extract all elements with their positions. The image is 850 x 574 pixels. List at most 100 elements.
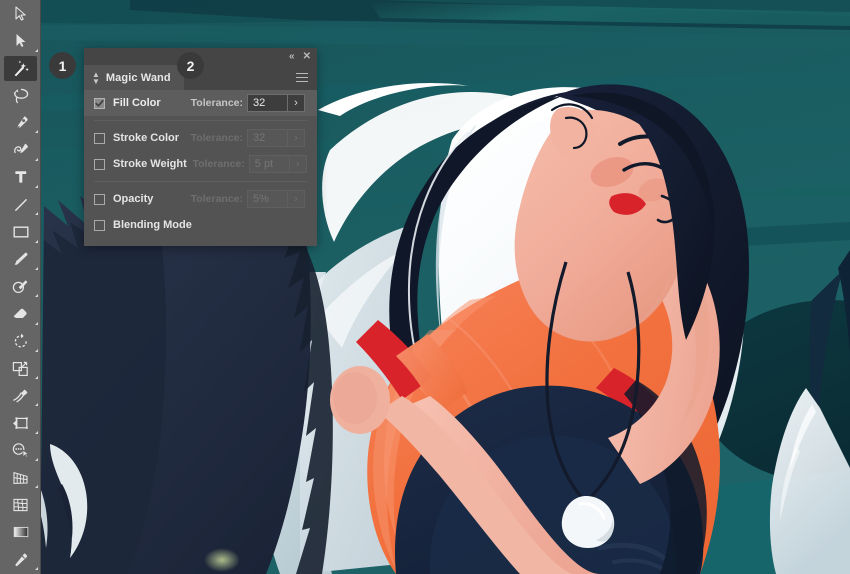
- stroke-weight-tolerance-field: 5 pt ›: [248, 155, 307, 173]
- opacity-tolerance-value: 5%: [253, 193, 269, 205]
- stroke-color-tolerance-field: 32 ›: [247, 129, 305, 147]
- double-chevron-left-icon[interactable]: «: [289, 51, 294, 62]
- mesh-grid-icon: [11, 496, 30, 514]
- tool-flyout-indicator: [35, 266, 38, 270]
- tool-flyout-indicator: [35, 567, 38, 571]
- magic-wand-panel[interactable]: « ✕ ▲ ▼ Magic Wand Fill Color Tolerance:…: [84, 48, 317, 246]
- curvature-icon: [12, 141, 30, 159]
- opacity-label: Opacity: [113, 193, 154, 205]
- row-opacity[interactable]: Opacity Tolerance: 5% ›: [84, 186, 317, 212]
- tool-direct-selection-tool[interactable]: [0, 27, 41, 54]
- lasso-icon: [12, 87, 30, 105]
- fill-color-tolerance-label: Tolerance:: [190, 97, 243, 109]
- tool-pen-tool[interactable]: [0, 109, 41, 136]
- shape-builder-icon: [11, 441, 30, 459]
- tool-eraser-tool[interactable]: [0, 300, 41, 327]
- chevron-right-icon: ›: [288, 156, 306, 172]
- stroke-weight-tolerance-value: 5 pt: [254, 158, 274, 170]
- tool-perspective-grid-tool[interactable]: [0, 464, 41, 491]
- row-stroke-color[interactable]: Stroke Color Tolerance: 32 ›: [84, 125, 317, 151]
- stroke-weight-label: Stroke Weight: [113, 158, 187, 170]
- sort-up-down-icon: ▲ ▼: [92, 69, 100, 86]
- fill-color-checkbox[interactable]: [94, 97, 105, 109]
- tool-paintbrush-tool[interactable]: [0, 246, 41, 273]
- eraser-icon: [11, 305, 30, 323]
- fill-color-tolerance-field[interactable]: 32 ›: [247, 94, 305, 112]
- tool-magic-wand-tool[interactable]: [0, 55, 41, 82]
- pen-nib-icon: [12, 114, 30, 132]
- tool-rotate-tool[interactable]: [0, 328, 41, 355]
- panel-divider: [94, 181, 307, 182]
- chevron-right-icon: ›: [287, 191, 304, 207]
- chevron-right-icon[interactable]: ›: [287, 95, 304, 111]
- stroke-weight-tolerance-label: Tolerance:: [192, 158, 245, 170]
- perspective-grid-icon: [11, 469, 30, 487]
- tool-width-tool[interactable]: [0, 382, 41, 409]
- tool-flyout-indicator: [35, 48, 38, 52]
- stroke-color-label: Stroke Color: [113, 132, 180, 144]
- callout-badge-1: 1: [49, 52, 76, 79]
- editor-window: « ✕ ▲ ▼ Magic Wand Fill Color Tolerance:…: [0, 0, 850, 574]
- row-fill-color[interactable]: Fill Color Tolerance: 32 ›: [84, 90, 317, 116]
- tool-flyout-indicator: [35, 130, 38, 134]
- stroke-color-tolerance-value: 32: [253, 132, 266, 144]
- tools-panel[interactable]: [0, 0, 41, 574]
- panel-body: Fill Color Tolerance: 32 › Stroke Color …: [84, 90, 317, 246]
- blending-mode-checkbox[interactable]: [94, 219, 105, 231]
- rotate-arrow-icon: [12, 332, 30, 350]
- close-icon[interactable]: ✕: [303, 51, 311, 62]
- tool-curvature-tool[interactable]: [0, 136, 41, 163]
- fill-color-label: Fill Color: [113, 97, 161, 109]
- tool-flyout-indicator: [35, 239, 38, 243]
- chevron-right-icon: ›: [287, 130, 304, 146]
- tool-shape-builder-tool[interactable]: [0, 437, 41, 464]
- tool-flyout-indicator: [35, 458, 38, 462]
- tool-eyedropper-tool[interactable]: [0, 546, 41, 573]
- stroke-color-checkbox[interactable]: [94, 132, 105, 144]
- row-blending-mode[interactable]: Blending Mode: [84, 212, 317, 238]
- tool-flyout-indicator: [35, 485, 38, 489]
- tool-flyout-indicator: [35, 321, 38, 325]
- opacity-tolerance-label: Tolerance:: [190, 193, 243, 205]
- tool-type-tool[interactable]: [0, 164, 41, 191]
- tool-flyout-indicator: [35, 212, 38, 216]
- free-transform-icon: [11, 414, 30, 432]
- callout-badge-2: 2: [177, 52, 204, 79]
- panel-divider: [94, 120, 307, 121]
- blending-mode-label: Blending Mode: [113, 219, 192, 231]
- width-warp-icon: [11, 387, 30, 405]
- hamburger-menu-icon[interactable]: [296, 65, 317, 90]
- tool-line-segment-tool[interactable]: [0, 191, 41, 218]
- opacity-checkbox[interactable]: [94, 193, 105, 205]
- tool-shaper-tool[interactable]: [0, 273, 41, 300]
- tool-flyout-indicator: [35, 157, 38, 161]
- tool-scale-tool[interactable]: [0, 355, 41, 382]
- tool-lasso-tool[interactable]: [0, 82, 41, 109]
- stroke-color-tolerance-label: Tolerance:: [190, 132, 243, 144]
- shaper-pencil-icon: [11, 278, 30, 296]
- tool-gradient-tool[interactable]: [0, 519, 41, 546]
- fill-color-tolerance-value[interactable]: 32: [248, 95, 287, 111]
- tab-magic-wand[interactable]: ▲ ▼ Magic Wand: [84, 65, 184, 90]
- fill-color-tolerance-group[interactable]: Tolerance: 32 ›: [185, 94, 305, 112]
- tool-flyout-indicator: [35, 403, 38, 407]
- paintbrush-icon: [12, 250, 30, 268]
- opacity-tolerance-field: 5% ›: [247, 190, 305, 208]
- diagonal-line-icon: [12, 196, 30, 214]
- gradient-swatch-icon: [11, 523, 31, 541]
- eyedropper-icon: [11, 551, 30, 569]
- tool-selection-tool[interactable]: [0, 0, 41, 27]
- tool-flyout-indicator: [35, 430, 38, 434]
- tool-flyout-indicator: [35, 294, 38, 298]
- stroke-weight-checkbox[interactable]: [94, 158, 105, 170]
- tool-rectangle-tool[interactable]: [0, 218, 41, 245]
- tool-free-transform-tool[interactable]: [0, 409, 41, 436]
- stroke-color-tolerance-group: Tolerance: 32 ›: [185, 129, 305, 147]
- tool-mesh-tool[interactable]: [0, 491, 41, 518]
- type-t-icon: [12, 168, 30, 186]
- tool-flyout-indicator: [35, 185, 38, 189]
- scale-squares-icon: [11, 360, 30, 378]
- row-stroke-weight[interactable]: Stroke Weight Tolerance: 5 pt ›: [84, 151, 317, 177]
- cursor-arrow-outline-icon: [12, 5, 29, 22]
- tool-flyout-indicator: [35, 376, 38, 380]
